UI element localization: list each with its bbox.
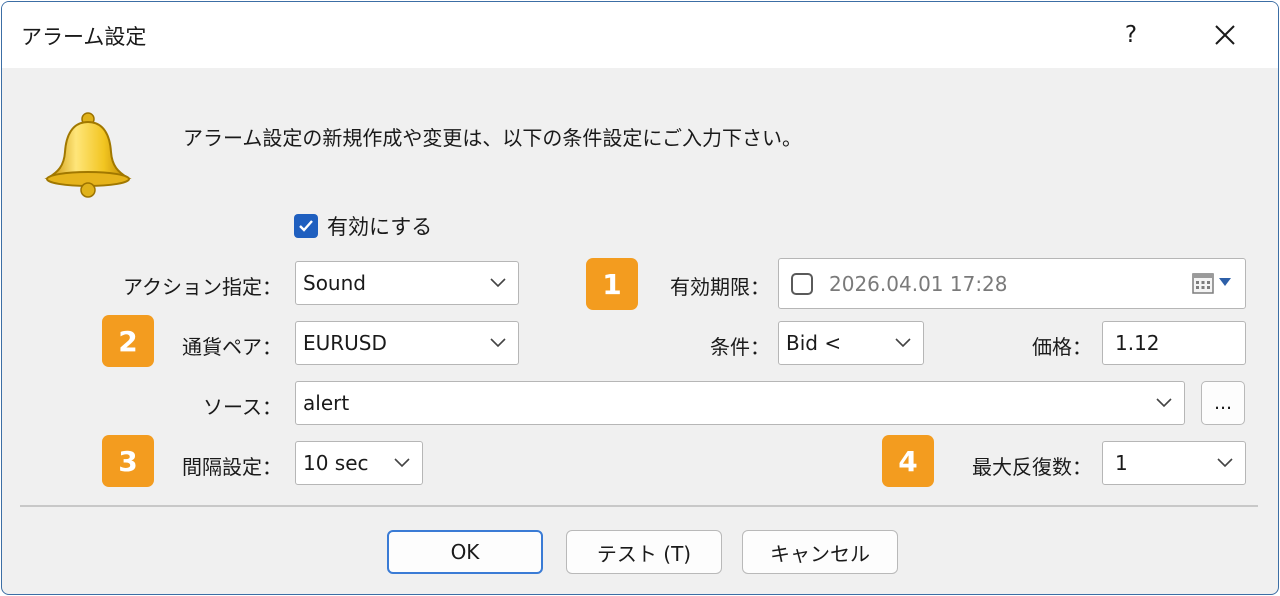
chevron-down-icon (1156, 398, 1172, 408)
ok-button[interactable]: OK (387, 530, 543, 574)
expiry-checkbox[interactable] (791, 272, 813, 295)
enable-checkbox-row[interactable]: 有効にする (294, 211, 432, 241)
header-description: アラーム設定の新規作成や変更は、以下の条件設定にご入力下さい。 (183, 126, 802, 150)
price-input[interactable]: 1.12 (1102, 321, 1246, 365)
enable-label: 有効にする (327, 215, 433, 239)
test-button[interactable]: テスト (T) (566, 530, 722, 574)
action-select[interactable]: Sound (295, 261, 519, 305)
action-label: アクション指定： (123, 275, 282, 299)
max-iterations-label: 最大反復数： (972, 455, 1092, 479)
chevron-down-icon (490, 278, 506, 288)
condition-value: Bid < (786, 331, 842, 355)
chevron-down-icon (394, 458, 410, 468)
expiry-datetime-field[interactable]: 2026.04.01 17:28 (778, 258, 1246, 309)
max-iterations-value: 1 (1115, 451, 1128, 475)
interval-label: 間隔設定： (182, 455, 282, 479)
dropdown-arrow-icon[interactable] (1219, 278, 1231, 286)
chevron-down-icon (1217, 458, 1233, 468)
interval-value: 10 sec (303, 451, 369, 475)
badge-2: 2 (102, 315, 154, 367)
checkmark-icon (299, 220, 313, 232)
help-button[interactable]: ? (1106, 10, 1156, 60)
bell-icon (44, 112, 132, 198)
source-value: alert (303, 391, 350, 415)
source-label: ソース： (203, 395, 282, 419)
action-value: Sound (303, 271, 366, 295)
badge-3: 3 (102, 435, 154, 487)
expiry-value: 2026.04.01 17:28 (829, 271, 1008, 296)
alarm-settings-dialog: アラーム設定 ? アラーム設定の新規作成や変更は、以下の条件設定にご入力下さい。 (1, 1, 1279, 595)
symbol-label: 通貨ペア： (182, 335, 282, 359)
cancel-button[interactable]: キャンセル (742, 530, 898, 574)
close-button[interactable] (1200, 10, 1250, 60)
title-bar: アラーム設定 ? (2, 2, 1278, 68)
max-iterations-select[interactable]: 1 (1102, 441, 1246, 485)
interval-select[interactable]: 10 sec (295, 441, 423, 485)
chevron-down-icon (895, 338, 911, 348)
symbol-value: EURUSD (303, 331, 387, 355)
price-value: 1.12 (1115, 331, 1160, 355)
condition-label: 条件： (710, 335, 770, 359)
badge-1: 1 (586, 258, 638, 310)
calendar-icon[interactable] (1191, 271, 1215, 295)
condition-select[interactable]: Bid < (778, 321, 924, 365)
symbol-select[interactable]: EURUSD (295, 321, 519, 365)
badge-4: 4 (882, 435, 934, 487)
window-title: アラーム設定 (21, 25, 147, 49)
expiry-label: 有効期限： (670, 275, 770, 299)
enable-checkbox[interactable] (294, 214, 318, 238)
chevron-down-icon (490, 338, 506, 348)
divider (20, 505, 1258, 507)
price-label: 価格： (1032, 335, 1092, 359)
close-icon (1215, 25, 1235, 45)
browse-button[interactable]: ... (1201, 381, 1245, 425)
source-select[interactable]: alert (295, 381, 1185, 425)
